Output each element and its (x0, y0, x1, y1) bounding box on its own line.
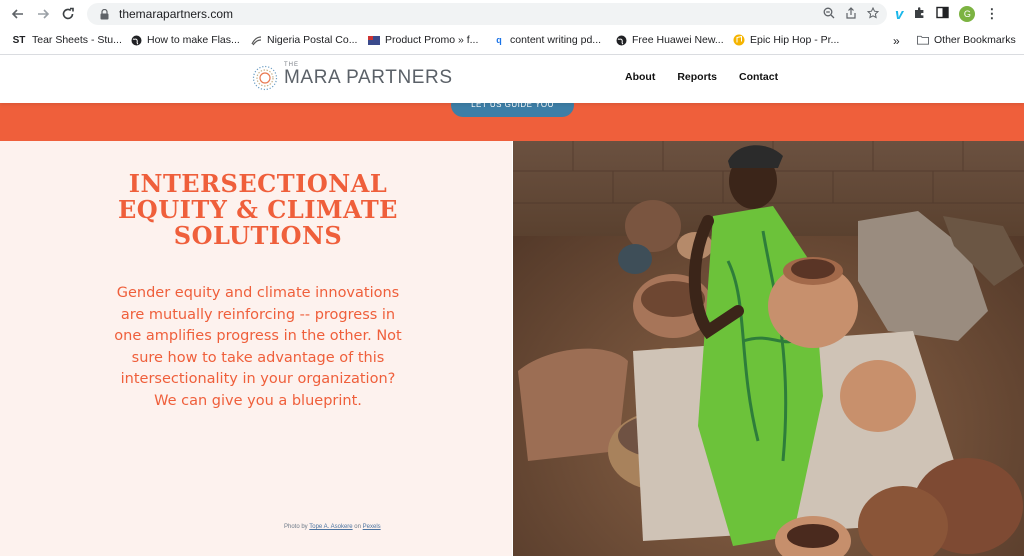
other-bookmarks-label: Other Bookmarks (934, 34, 1016, 46)
sunburst-logo-icon (252, 65, 278, 91)
nav-contact[interactable]: Contact (739, 71, 778, 83)
globe-icon (615, 34, 627, 46)
hero-text-panel: INTERSECTIONAL EQUITY & CLIMATE SOLUTION… (0, 141, 512, 556)
music-icon (733, 34, 745, 46)
credit-mid: on (354, 524, 361, 530)
bookmark-item[interactable]: q content writing pd... (493, 34, 601, 46)
bookmarks-overflow-button[interactable]: » (893, 34, 900, 48)
bookmark-item[interactable]: Product Promo » f... (368, 34, 478, 46)
search-q-icon: q (496, 35, 502, 45)
other-bookmarks[interactable]: Other Bookmarks (917, 34, 1016, 46)
site-header: THE MARA PARTNERS About Reports Contact (0, 55, 1024, 103)
logo-name: MARA PARTNERS (284, 67, 453, 88)
site-logo[interactable]: THE MARA PARTNERS (252, 62, 453, 91)
bookmark-item[interactable]: Epic Hip Hop - Pr... (733, 34, 839, 46)
credit-prefix: Photo by (284, 524, 308, 530)
flag-icon (368, 34, 380, 46)
address-bar[interactable]: themarapartners.com (87, 3, 887, 25)
nav-reports[interactable]: Reports (677, 71, 717, 83)
bookmark-label: content writing pd... (510, 34, 602, 46)
extensions-icon[interactable] (913, 6, 926, 22)
logo-the: THE (284, 62, 299, 68)
back-icon[interactable] (6, 2, 30, 26)
hero-headline: INTERSECTIONAL EQUITY & CLIMATE SOLUTION… (118, 169, 398, 250)
photo-credit: Photo by Tope A. Asokere on Pexels (284, 524, 381, 530)
vimeo-icon[interactable]: v (895, 6, 903, 23)
logo-text: THE MARA PARTNERS (284, 62, 453, 89)
bookmark-label: Product Promo » f... (385, 34, 479, 46)
bookmark-item[interactable]: Nigeria Postal Co... (250, 34, 357, 46)
url-text: themarapartners.com (119, 7, 234, 21)
browser-chrome: themarapartners.com v G ⋮ ST Tear Sheets… (0, 0, 1024, 55)
browser-toolbar: themarapartners.com v G ⋮ (0, 0, 1024, 29)
st-logo-icon: ST (12, 34, 26, 46)
reload-icon[interactable] (56, 2, 80, 26)
sidebar-icon[interactable] (936, 6, 950, 22)
zoom-icon[interactable] (823, 7, 835, 22)
bookmark-label: Tear Sheets - Stu... (32, 34, 122, 46)
hero-photo (513, 141, 1024, 556)
bookmark-star-icon[interactable] (866, 6, 880, 22)
bookmark-label: Epic Hip Hop - Pr... (750, 34, 840, 46)
lock-icon (95, 8, 113, 20)
site-nav: About Reports Contact (625, 71, 778, 83)
bookmark-label: Free Huawei New... (632, 34, 724, 46)
bookmark-label: How to make Flas... (147, 34, 240, 46)
forward-icon[interactable] (31, 2, 55, 26)
hero-body: Gender equity and climate innovations ar… (114, 285, 402, 409)
swirl-icon (250, 34, 262, 46)
share-icon[interactable] (845, 6, 857, 22)
bookmark-label: Nigeria Postal Co... (267, 34, 358, 46)
folder-icon (917, 34, 929, 46)
bookmark-item[interactable]: ST Tear Sheets - Stu... (11, 34, 122, 46)
globe-icon (130, 34, 142, 46)
potter-photo-illustration (513, 141, 1024, 556)
credit-site-link[interactable]: Pexels (363, 524, 381, 530)
bookmarks-bar: ST Tear Sheets - Stu... How to make Flas… (0, 29, 1024, 53)
bookmark-item[interactable]: How to make Flas... (130, 34, 240, 46)
menu-kebab-icon[interactable]: ⋮ (985, 6, 998, 22)
nav-about[interactable]: About (625, 71, 655, 83)
profile-avatar[interactable]: G (959, 6, 976, 22)
bookmark-item[interactable]: Free Huawei New... (615, 34, 724, 46)
credit-author-link[interactable]: Tope A. Asokere (309, 524, 352, 530)
